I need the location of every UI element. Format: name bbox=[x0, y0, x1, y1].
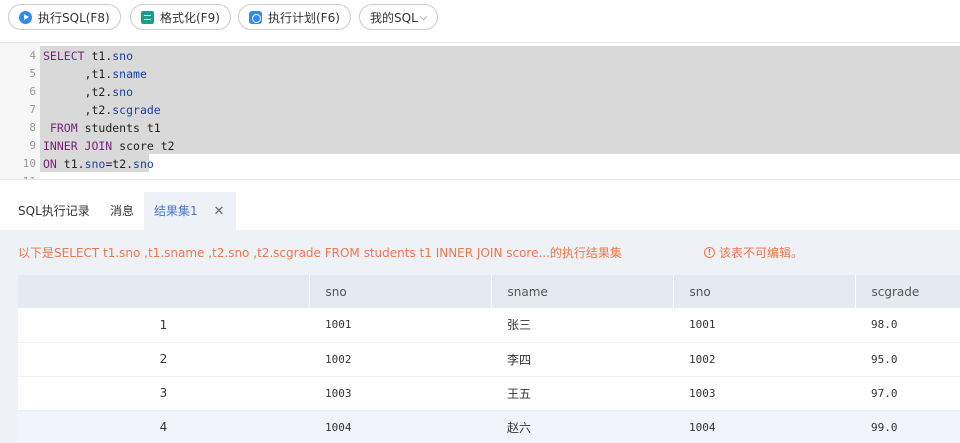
execution-plan-label: 执行计划(F6) bbox=[268, 10, 340, 25]
cell-scgrade[interactable]: 98.0 bbox=[855, 308, 960, 343]
cell-sname[interactable]: 赵六 bbox=[491, 410, 673, 443]
sql-identifier: scgrade bbox=[112, 103, 161, 117]
code-line[interactable]: 7 ,t2.scgrade bbox=[0, 101, 960, 119]
run-sql-button[interactable]: 执行SQL(F8) bbox=[8, 4, 121, 30]
table-header-row: sno sname sno scgrade bbox=[18, 275, 960, 308]
line-number: 6 bbox=[29, 85, 36, 98]
row-index: 1 bbox=[18, 308, 309, 343]
sql-text: ,t1. bbox=[43, 67, 113, 81]
my-sql-label: 我的SQL bbox=[370, 10, 418, 25]
sql-editor[interactable]: 4 SELECT t1.sno 5 ,t1.sname 6 ,t2.sno 7 ,t2.… bbox=[0, 42, 960, 180]
code-line[interactable]: 10 ON t1.sno=t2.sno bbox=[0, 155, 960, 173]
code-line[interactable]: 8 FROM students t1 bbox=[0, 119, 960, 137]
cell-sname[interactable]: 王五 bbox=[491, 376, 673, 411]
column-header-index bbox=[18, 275, 309, 308]
line-number: 10 bbox=[22, 157, 36, 170]
cell-sno[interactable]: 1004 bbox=[309, 410, 491, 443]
result-tabs: SQL执行记录 消息 结果集1 ✕ bbox=[0, 192, 960, 230]
run-sql-label: 执行SQL(F8) bbox=[38, 10, 110, 25]
cell-sname[interactable]: 张三 bbox=[491, 308, 673, 343]
column-header-scgrade[interactable]: scgrade bbox=[854, 275, 960, 308]
code-line[interactable]: 5 ,t1.sname bbox=[0, 65, 960, 83]
sql-keyword: INNER JOIN bbox=[43, 139, 113, 153]
cell-sno[interactable]: 1001 bbox=[309, 308, 491, 343]
line-number: 11 bbox=[0, 173, 36, 179]
sql-text: students t1 bbox=[77, 121, 161, 135]
code-text: INNER JOIN score t2 bbox=[43, 137, 175, 155]
sql-identifier: sno bbox=[112, 49, 134, 63]
table-row[interactable]: 4 1004 赵六 1004 99.0 bbox=[18, 410, 960, 443]
format-label: 格式化(F9) bbox=[160, 10, 220, 25]
result-table: sno sname sno scgrade 1 1001 张三 1001 98.… bbox=[18, 275, 960, 443]
column-header-sno[interactable]: sno bbox=[308, 275, 491, 308]
column-header-sno-2[interactable]: sno bbox=[672, 275, 855, 308]
play-icon bbox=[19, 10, 32, 24]
line-number: 9 bbox=[29, 139, 36, 152]
sql-text: ,t2. bbox=[43, 85, 113, 99]
sql-text: t1. bbox=[84, 49, 113, 63]
row-index: 4 bbox=[18, 410, 309, 443]
execution-plan-button[interactable]: 执行计划(F6) bbox=[238, 4, 351, 30]
cell-scgrade[interactable]: 97.0 bbox=[855, 376, 960, 411]
sql-text: =t2. bbox=[105, 157, 134, 171]
table-row[interactable]: 2 1002 李四 1002 95.0 bbox=[18, 342, 960, 377]
my-sql-dropdown[interactable]: 我的SQL ⌵ bbox=[359, 4, 439, 30]
line-number: 7 bbox=[29, 103, 36, 116]
code-line[interactable]: 4 SELECT t1.sno bbox=[0, 47, 960, 65]
info-circle-icon: ! bbox=[704, 247, 715, 258]
column-header-sname[interactable]: sname bbox=[490, 275, 673, 308]
sql-identifier: sno bbox=[84, 157, 106, 171]
code-text: SELECT t1.sno bbox=[43, 47, 133, 65]
chevron-down-icon: ⌵ bbox=[419, 11, 428, 23]
sql-keyword: SELECT bbox=[43, 49, 85, 63]
plan-icon bbox=[249, 10, 262, 24]
sql-keyword: FROM bbox=[49, 121, 78, 135]
toolbar: 执行SQL(F8) 格式化(F9) 执行计划(F6) 我的SQL ⌵ bbox=[0, 0, 960, 36]
tab-messages[interactable]: 消息 bbox=[110, 192, 134, 230]
line-number: 8 bbox=[29, 121, 36, 134]
tab-result-set-1-label: 结果集1 bbox=[154, 204, 198, 218]
cell-sno-2[interactable]: 1002 bbox=[673, 342, 855, 377]
code-line[interactable]: 9 INNER JOIN score t2 bbox=[0, 137, 960, 155]
code-text: ON t1.sno=t2.sno bbox=[43, 155, 154, 173]
line-number: 5 bbox=[29, 67, 36, 80]
result-info-text: 以下是SELECT t1.sno ,t1.sname ,t2.sno ,t2.s… bbox=[18, 246, 622, 260]
cell-sname[interactable]: 李四 bbox=[491, 342, 673, 377]
cell-scgrade[interactable]: 99.0 bbox=[855, 410, 960, 443]
code-text: ,t2.scgrade bbox=[43, 101, 161, 119]
line-number: 4 bbox=[29, 49, 36, 62]
sql-text: t1. bbox=[56, 157, 85, 171]
cell-sno[interactable]: 1003 bbox=[309, 376, 491, 411]
sql-keyword: ON bbox=[43, 157, 57, 171]
row-index: 2 bbox=[18, 342, 309, 377]
code-text: FROM students t1 bbox=[43, 119, 161, 137]
sql-identifier: sno bbox=[112, 85, 134, 99]
result-panel: 以下是SELECT t1.sno ,t1.sname ,t2.sno ,t2.s… bbox=[0, 230, 960, 443]
format-button[interactable]: 格式化(F9) bbox=[130, 4, 231, 30]
read-only-warning: ! 该表不可编辑。 bbox=[704, 244, 803, 261]
close-icon[interactable]: ✕ bbox=[213, 204, 224, 219]
cell-scgrade[interactable]: 95.0 bbox=[855, 342, 960, 377]
cell-sno[interactable]: 1002 bbox=[309, 342, 491, 377]
sql-identifier: sno bbox=[133, 157, 154, 171]
sql-text: ,t2. bbox=[43, 103, 113, 117]
cell-sno-2[interactable]: 1001 bbox=[673, 308, 855, 343]
sql-text: score t2 bbox=[112, 139, 175, 153]
tab-result-set-1[interactable]: 结果集1 ✕ bbox=[144, 192, 237, 230]
code-text: ,t1.sname bbox=[43, 65, 147, 83]
code-line[interactable]: 6 ,t2.sno bbox=[0, 83, 960, 101]
format-icon bbox=[141, 10, 154, 24]
table-row[interactable]: 1 1001 张三 1001 98.0 bbox=[18, 308, 960, 343]
row-index: 3 bbox=[18, 376, 309, 411]
code-line[interactable]: 11 bbox=[0, 173, 960, 179]
cell-sno-2[interactable]: 1003 bbox=[673, 376, 855, 411]
tab-sql-history[interactable]: SQL执行记录 bbox=[18, 192, 90, 230]
sql-identifier: sname bbox=[112, 67, 147, 81]
cell-sno-2[interactable]: 1004 bbox=[673, 410, 855, 443]
code-text: ,t2.sno bbox=[43, 83, 134, 101]
read-only-warning-text: 该表不可编辑。 bbox=[719, 246, 804, 260]
table-row[interactable]: 3 1003 王五 1003 97.0 bbox=[18, 376, 960, 411]
